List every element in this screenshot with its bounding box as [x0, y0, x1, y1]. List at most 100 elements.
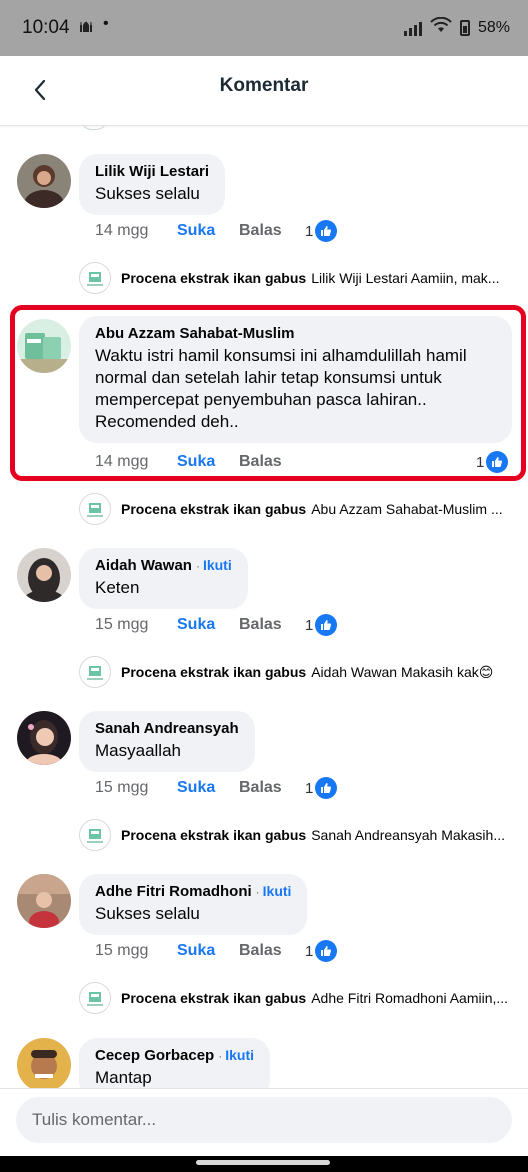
comment-author[interactable]: Adhe Fitri Romadhoni — [95, 883, 252, 900]
reply-button[interactable]: Balas — [239, 942, 282, 960]
comment-text: Mantap — [95, 1068, 152, 1087]
thumbs-up-icon — [315, 777, 338, 799]
status-dot: • — [103, 15, 109, 32]
follow-button[interactable]: Ikuti — [203, 557, 232, 573]
thumbs-up-icon — [315, 614, 338, 636]
page-title: Komentar — [219, 75, 309, 96]
reply-preview[interactable]: Procena ekstrak ikan gabus Adhe Fitri Rom… — [79, 982, 519, 1016]
like-button[interactable]: Suka — [177, 779, 215, 797]
reply-text: Adhe Fitri Romadhoni Aamiin,... — [311, 990, 509, 1006]
reaction-number: 1 — [305, 222, 314, 240]
reply-button[interactable]: Balas — [239, 779, 282, 797]
reply-preview[interactable]: Procena ekstrak ikan gabus Lilik Wiji Les… — [79, 262, 519, 296]
comment-actions: 14 mgg Suka Balas 1 — [95, 451, 515, 475]
comment-bubble[interactable]: Aidah Wawan · Ikuti Keten — [79, 548, 248, 609]
comment-bubble[interactable]: Adhe Fitri Romadhoni · Ikuti Sukses selalu — [79, 874, 308, 935]
follow-separator: · — [218, 1049, 223, 1063]
page-avatar — [80, 126, 108, 130]
page-avatar — [79, 819, 111, 851]
avatar[interactable] — [17, 711, 71, 765]
like-button[interactable]: Suka — [177, 222, 215, 240]
reaction-count[interactable]: 1 — [305, 220, 338, 242]
reply-button[interactable]: Balas — [239, 616, 282, 634]
comment-time[interactable]: 15 mgg — [95, 616, 148, 634]
battery-icon — [459, 19, 470, 36]
like-button[interactable]: Suka — [177, 942, 215, 960]
avatar[interactable] — [17, 154, 71, 208]
reply-author[interactable]: Procena ekstrak ikan gabus — [121, 270, 306, 286]
like-button[interactable]: Suka — [177, 453, 215, 471]
reply-text: Aidah Wawan Makasih kak😊 — [311, 664, 494, 680]
follow-button[interactable]: Ikuti — [263, 883, 292, 899]
avatar[interactable] — [17, 1038, 71, 1088]
comment-actions: 15 mgg Suka Balas 1 — [95, 777, 515, 801]
header: Komentar — [0, 56, 528, 126]
avatar[interactable] — [17, 319, 71, 373]
status-time: 10:04 — [22, 17, 70, 38]
reaction-number: 1 — [305, 942, 314, 960]
comments-list[interactable]: Lilik Wiji Lestari Sukses selalu 14 mgg … — [0, 126, 528, 1088]
comment-time[interactable]: 15 mgg — [95, 779, 148, 797]
reply-preview[interactable]: Procena ekstrak ikan gabus Aidah Wawan Ma… — [79, 656, 519, 690]
avatar[interactable] — [17, 874, 71, 928]
page-avatar — [79, 493, 111, 525]
comment-text: Sukses selalu — [95, 904, 200, 923]
home-handle[interactable] — [196, 1160, 330, 1165]
follow-separator: · — [255, 885, 260, 899]
reply-text: Lilik Wiji Lestari Aamiin, mak... — [311, 270, 500, 286]
comment-author[interactable]: Aidah Wawan — [95, 557, 192, 574]
reply-text: Abu Azzam Sahabat-Muslim ... — [311, 501, 503, 517]
page-avatar — [79, 656, 111, 688]
reaction-count[interactable]: 1 — [305, 614, 338, 636]
status-right: 58% — [403, 16, 510, 38]
comment-text: Sukses selalu — [95, 184, 200, 203]
comment-bubble[interactable]: Lilik Wiji Lestari Sukses selalu — [79, 154, 226, 215]
reply-author[interactable]: Procena ekstrak ikan gabus — [121, 827, 306, 843]
battery-level: 58% — [477, 18, 510, 36]
reaction-number: 1 — [305, 616, 314, 634]
page-avatar — [79, 262, 111, 294]
reply-preview[interactable]: Procena ekstrak ikan gabus Sanah Andreans… — [79, 819, 519, 853]
reply-preview[interactable]: Procena ekstrak ikan gabus Abu Azzam Saha… — [79, 493, 519, 527]
comment-text: Masyaallah — [95, 741, 181, 760]
reaction-count[interactable]: 1 — [476, 451, 509, 473]
reaction-count[interactable]: 1 — [305, 777, 338, 799]
comment-time[interactable]: 14 mgg — [95, 453, 148, 471]
comment-actions: 15 mgg Suka Balas 1 — [95, 614, 515, 638]
like-button[interactable]: Suka — [177, 616, 215, 634]
comment-author[interactable]: Abu Azzam Sahabat-Muslim — [95, 325, 294, 342]
signal-icon — [403, 20, 422, 36]
comment-bubble[interactable]: Sanah Andreansyah Masyaallah — [79, 711, 255, 772]
comment-time[interactable]: 14 mgg — [95, 222, 148, 240]
page-avatar — [79, 982, 111, 1014]
status-bar: 10:04 • 58% — [0, 0, 528, 56]
reply-author[interactable]: Procena ekstrak ikan gabus — [121, 501, 306, 517]
comment-author[interactable]: Cecep Gorbacep — [95, 1047, 214, 1064]
reply-button[interactable]: Balas — [239, 222, 282, 240]
follow-button[interactable]: Ikuti — [225, 1047, 254, 1063]
follow-separator: · — [195, 559, 200, 573]
comment-composer — [0, 1088, 528, 1156]
reply-button[interactable]: Balas — [239, 453, 282, 471]
thumbs-up-icon — [315, 940, 338, 962]
comment-bubble[interactable]: Cecep Gorbacep · Ikuti Mantap — [79, 1038, 270, 1088]
reaction-number: 1 — [305, 779, 314, 797]
reply-author[interactable]: Procena ekstrak ikan gabus — [121, 990, 306, 1006]
thumbs-up-icon — [315, 220, 338, 242]
comment-author[interactable]: Sanah Andreansyah — [95, 720, 239, 737]
comment-author[interactable]: Lilik Wiji Lestari — [95, 163, 209, 180]
mosque-icon — [78, 18, 94, 35]
comment-actions: 15 mgg Suka Balas 1 — [95, 940, 515, 964]
comment-text: Waktu istri hamil konsumsi ini alhamduli… — [95, 346, 467, 431]
reply-text: Sanah Andreansyah Makasih... — [311, 827, 505, 843]
comment-time[interactable]: 15 mgg — [95, 942, 148, 960]
comment-bubble[interactable]: Abu Azzam Sahabat-Muslim Waktu istri ham… — [79, 316, 512, 443]
thumbs-up-icon — [486, 451, 509, 473]
reply-author[interactable]: Procena ekstrak ikan gabus — [121, 664, 306, 680]
reaction-number: 1 — [476, 453, 485, 471]
avatar[interactable] — [17, 548, 71, 602]
comment-text: Keten — [95, 578, 140, 597]
reaction-count[interactable]: 1 — [305, 940, 338, 962]
comment-input[interactable] — [16, 1097, 512, 1143]
wifi-icon — [430, 16, 452, 38]
